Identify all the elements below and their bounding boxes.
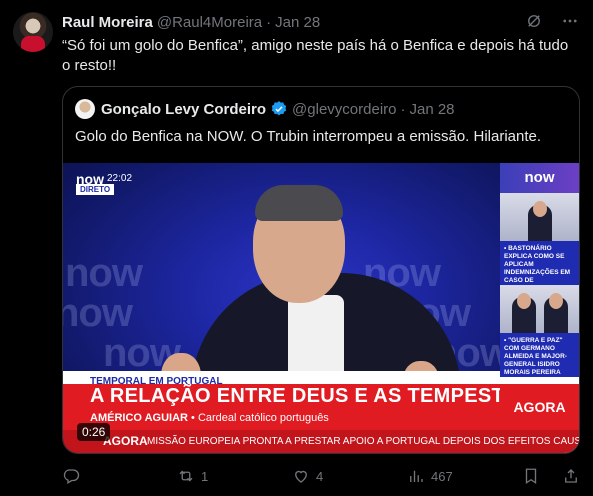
quoted-avatar [75, 99, 95, 119]
author-name[interactable]: Raul Moreira [62, 14, 153, 31]
side-thumbnail [500, 285, 579, 333]
bookmark-icon[interactable] [522, 467, 540, 485]
side-thumbnail [500, 193, 579, 241]
ticker-text: MISSÃO EUROPEIA PRONTA A PRESTAR APOIO A… [147, 436, 579, 447]
share-icon[interactable] [562, 467, 580, 485]
heart-icon [295, 470, 307, 483]
views-count: 467 [431, 468, 453, 484]
quoted-separator-dot: · [400, 100, 406, 118]
tweet-top-icons [525, 12, 579, 30]
tweet-header: Raul Moreira @Raul4Moreira · Jan 28 [62, 12, 320, 32]
retweet-icon [179, 470, 193, 482]
guest-role: • Cardeal católico português [191, 412, 329, 424]
more-options-icon[interactable] [561, 12, 579, 30]
verified-badge-icon [271, 101, 287, 116]
like-count: 4 [316, 468, 324, 484]
lower-third-guest: AMÉRICO AGUIAR • Cardeal católico portug… [90, 412, 329, 424]
quoted-author-name: Gonçalo Levy Cordeiro [101, 100, 267, 118]
reply-button[interactable] [62, 467, 177, 485]
background-logo: now [65, 251, 143, 295]
quoted-header: Gonçalo Levy Cordeiro @glevycordeiro · J… [75, 99, 455, 119]
quoted-text: Golo do Benfica na NOW. O Trubin interro… [75, 128, 542, 145]
separator-dot: · [266, 13, 272, 31]
grok-icon[interactable] [525, 12, 543, 30]
action-bar: 1 4 467 [62, 466, 580, 486]
views-button[interactable]: 467 [407, 467, 522, 485]
author-avatar[interactable] [13, 12, 53, 52]
live-badge: DIRETO [76, 184, 115, 195]
quoted-tweet[interactable]: Gonçalo Levy Cordeiro @glevycordeiro · J… [62, 86, 580, 454]
side-logo: now [500, 163, 579, 193]
quoted-date: Jan 28 [409, 100, 455, 118]
reply-icon [63, 469, 80, 484]
background-logo: now [63, 291, 133, 335]
agora-badge: AGORA [500, 384, 579, 430]
lower-third-tag: TEMPORAL EM PORTUGAL [63, 371, 500, 387]
video-duration: 0:26 [77, 423, 111, 441]
retweet-count: 1 [201, 468, 209, 484]
tweet-text: “Só foi um golo do Benfica”, amigo neste… [62, 37, 569, 74]
secondary-actions [522, 467, 580, 485]
views-icon [410, 470, 423, 482]
lower-third-headline: A RELAÇÃO ENTRE DEUS E AS TEMPESTADES [90, 385, 560, 407]
like-button[interactable]: 4 [292, 467, 407, 485]
quoted-author-handle: @glevycordeiro [292, 100, 397, 118]
presenter-hair [255, 185, 343, 221]
side-item: • "GUERRA E PAZ" COM GERMANO ALMEIDA E M… [500, 333, 579, 377]
tweet-date[interactable]: Jan 28 [275, 14, 320, 31]
side-item: • BASTONÁRIO EXPLICA COMO SE APLICAM IND… [500, 241, 579, 285]
author-handle[interactable]: @Raul4Moreira [157, 14, 262, 31]
broadcast-time: 22:02 [107, 173, 133, 184]
video-player[interactable]: now now now now now now now 22:02 DIRETO… [63, 163, 579, 453]
retweet-button[interactable]: 1 [177, 467, 292, 485]
